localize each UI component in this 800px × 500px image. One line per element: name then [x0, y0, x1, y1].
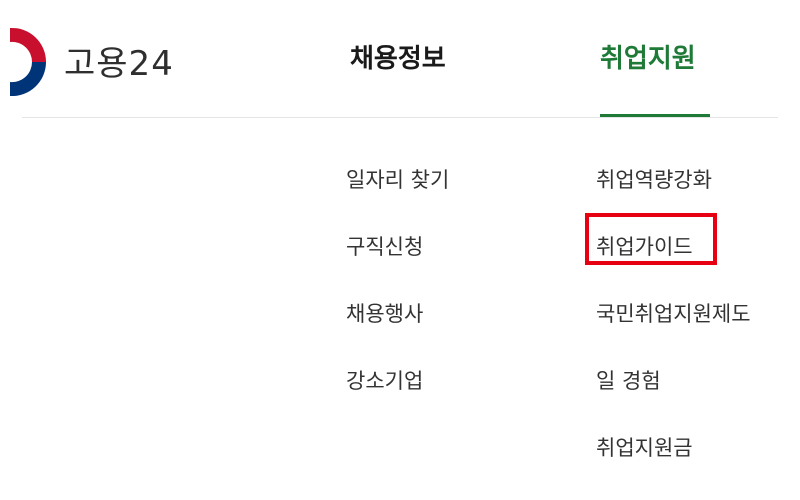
submenu-jobs: 일자리 찾기 구직신청 채용행사 강소기업: [346, 158, 449, 426]
nav-item-jobs[interactable]: 채용정보: [350, 38, 446, 75]
header-divider: [22, 117, 778, 118]
submenu-item-employment-subsidy[interactable]: 취업지원금: [596, 426, 751, 493]
submenu-employment-support: 취업역량강화 취업가이드 국민취업지원제도 일 경험 취업지원금: [596, 158, 751, 493]
submenu-item-national-employment-support[interactable]: 국민취업지원제도: [596, 292, 751, 359]
nav-item-employment-support[interactable]: 취업지원: [600, 38, 696, 75]
submenu-item-employment-guide[interactable]: 취업가이드: [596, 225, 751, 292]
submenu-item-employability[interactable]: 취업역량강화: [596, 158, 751, 225]
submenu-item-recruitment-events[interactable]: 채용행사: [346, 292, 449, 359]
page: 고용24 채용정보 취업지원 일자리 찾기 구직신청 채용행사 강소기업 취업역…: [0, 0, 800, 500]
taegeuk-emblem-icon: [10, 27, 46, 97]
logo-text: 고용24: [64, 44, 174, 84]
submenu-item-job-application[interactable]: 구직신청: [346, 225, 449, 292]
submenu-item-work-experience[interactable]: 일 경험: [596, 359, 751, 426]
submenu-item-strong-small-companies[interactable]: 강소기업: [346, 359, 449, 426]
submenu-item-job-search[interactable]: 일자리 찾기: [346, 158, 449, 225]
